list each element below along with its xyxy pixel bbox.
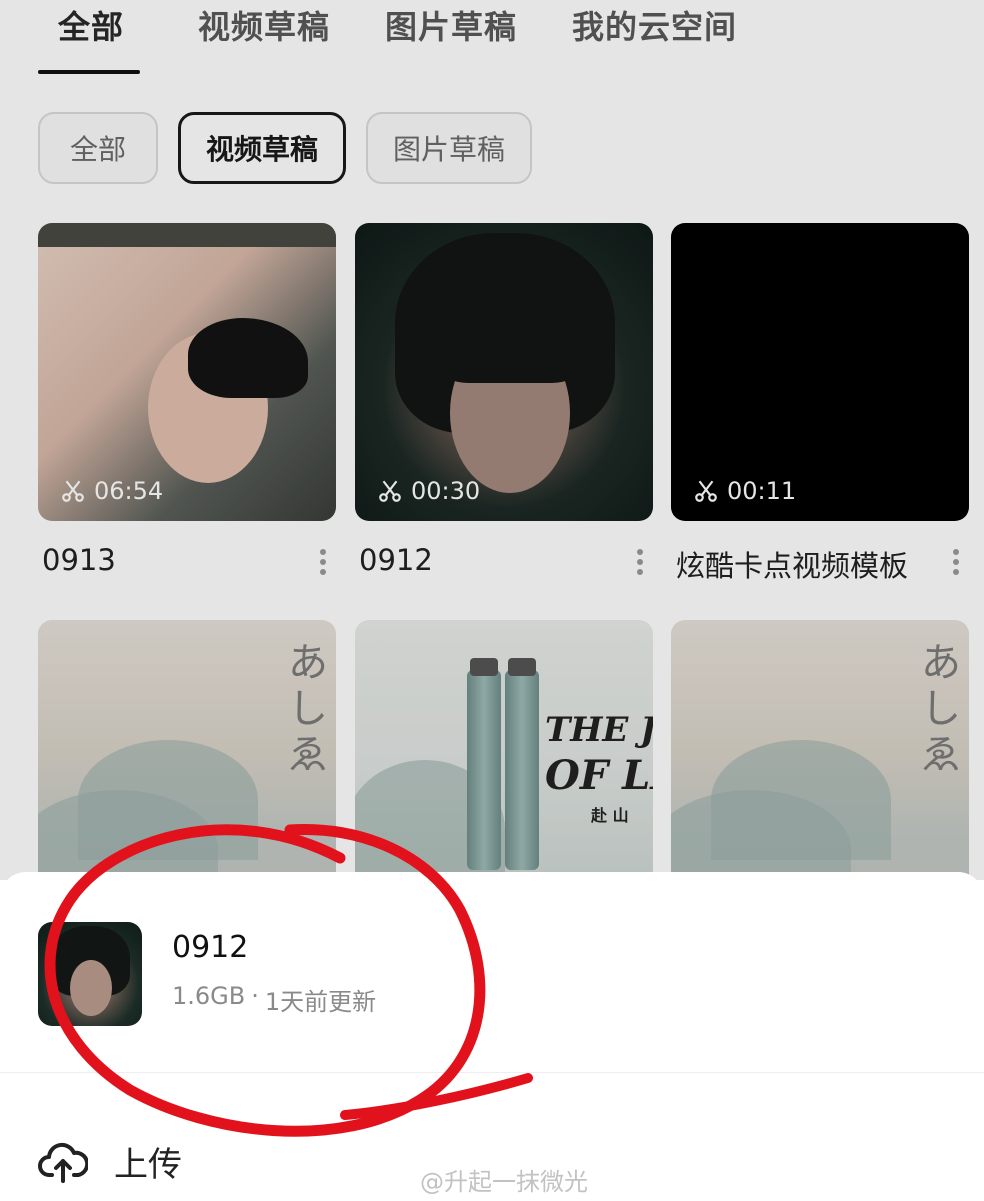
tab-my-cloud[interactable]: 我的云空间 [572, 2, 737, 48]
duration-text: 00:11 [727, 477, 797, 505]
draft-title: 0912 [359, 543, 433, 577]
divider [0, 1072, 984, 1073]
scissors-icon [62, 480, 84, 502]
scissors-icon [379, 480, 401, 502]
tab-video-drafts[interactable]: 视频草稿 [198, 2, 330, 48]
duration-badge: 06:54 [60, 477, 163, 505]
draft-thumbnail[interactable]: 00:30 [355, 223, 653, 521]
draft-updated-time: 1天前更新 [264, 988, 377, 1016]
poster-title-line2: OF LE [545, 752, 653, 799]
poster-title-line1: THE JO [545, 710, 653, 750]
top-tab-bar: 全部 视频草稿 图片草稿 我的云空间 [0, 0, 984, 80]
draft-title: 炫酷卡点视频模板 [676, 549, 909, 583]
draft-thumbnail[interactable]: 06:54 [38, 223, 336, 521]
duration-badge: 00:11 [693, 477, 796, 505]
tab-image-drafts[interactable]: 图片草稿 [385, 2, 517, 48]
tab-all[interactable]: 全部 [58, 2, 124, 48]
selected-draft-title: 0912 [172, 930, 249, 965]
more-vertical-icon[interactable] [319, 546, 327, 580]
selected-draft-thumbnail [38, 922, 142, 1026]
chip-video-drafts[interactable]: 视频草稿 [178, 112, 346, 184]
draft-thumbnail[interactable]: 00:11 [671, 223, 969, 521]
duration-text: 00:30 [411, 477, 481, 505]
more-vertical-icon[interactable] [952, 546, 960, 580]
upload-button[interactable]: 上传 [38, 1137, 182, 1186]
chip-all[interactable]: 全部 [38, 112, 158, 184]
active-tab-indicator [38, 70, 140, 74]
poster-subtitle: 赴 山 [591, 806, 629, 825]
more-vertical-icon[interactable] [636, 546, 644, 580]
meta-separator: · [251, 982, 259, 1010]
upload-label: 上传 [114, 1145, 182, 1185]
draft-title: 0913 [42, 543, 116, 577]
cloud-upload-icon [38, 1142, 88, 1183]
chip-image-drafts[interactable]: 图片草稿 [366, 112, 532, 184]
duration-text: 06:54 [94, 477, 164, 505]
bottom-sheet: 0912 1.6GB · 1天前更新 上传 [0, 872, 984, 1201]
watermark: @升起一抹微光 [420, 1168, 588, 1196]
scissors-icon [695, 480, 717, 502]
selected-draft-meta: 1.6GB · 1天前更新 [172, 982, 376, 1017]
duration-badge: 00:30 [377, 477, 480, 505]
draft-size: 1.6GB [172, 982, 246, 1010]
